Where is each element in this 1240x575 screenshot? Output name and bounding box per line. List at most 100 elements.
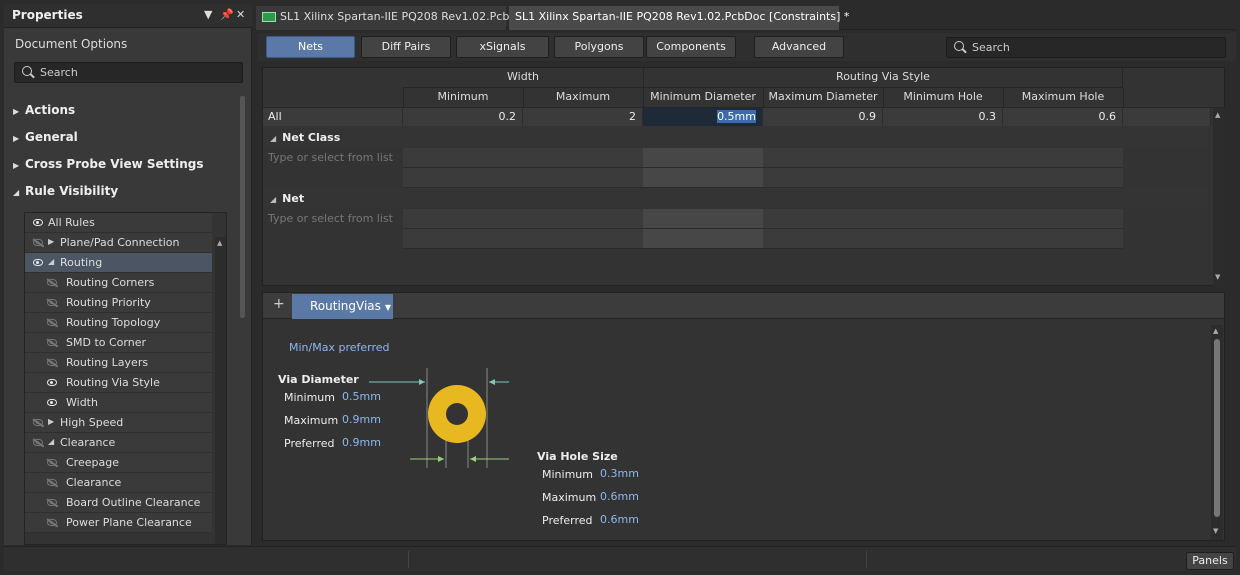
rule-tree-item[interactable]: Creepage — [25, 453, 212, 473]
section-rule-visibility[interactable]: ◢ Rule Visibility — [13, 184, 118, 198]
grid-scrollbar[interactable]: ▲ ▼ — [1213, 108, 1225, 286]
chevron-right-icon[interactable]: ▶ — [48, 237, 54, 246]
polygons-button[interactable]: Polygons — [554, 36, 644, 58]
rule-panel-scrollbar[interactable]: ▲ ▼ — [1211, 325, 1223, 540]
net-class-placeholder[interactable]: Type or select from list — [268, 151, 393, 164]
scroll-thumb[interactable] — [1214, 339, 1220, 517]
scroll-down-icon[interactable]: ▼ — [1213, 527, 1218, 535]
properties-scrollbar[interactable] — [240, 96, 245, 318]
cell-maximum-diameter[interactable]: 0.9 — [763, 108, 883, 126]
rule-tree-item[interactable]: Width — [25, 393, 212, 413]
xsignals-button[interactable]: xSignals — [456, 36, 549, 58]
eye-off-icon[interactable] — [47, 479, 57, 486]
net-section[interactable]: ◢ Net — [270, 192, 304, 205]
column-header-minimum-diameter[interactable]: Minimum Diameter — [643, 90, 763, 103]
scroll-down-icon[interactable]: ▼ — [1215, 273, 1220, 281]
advanced-button[interactable]: Advanced — [754, 36, 844, 58]
cell-width-minimum[interactable]: 0.2 — [403, 108, 523, 126]
eye-icon[interactable] — [47, 399, 57, 406]
eye-off-icon[interactable] — [47, 299, 57, 306]
rule-tree-item[interactable]: ▶ Plane/Pad Connection — [25, 233, 212, 253]
eye-off-icon[interactable] — [33, 439, 43, 446]
rule-tree-item[interactable]: Power Plane Clearance — [25, 513, 212, 533]
eye-off-icon[interactable] — [47, 359, 57, 366]
panels-button[interactable]: Panels — [1186, 552, 1234, 570]
eye-icon[interactable] — [33, 259, 43, 266]
via-hole-pref-label: Preferred — [542, 514, 593, 527]
via-hole-min-value[interactable]: 0.3mm — [600, 467, 639, 480]
rule-tree-item[interactable]: ◢ Clearance — [25, 433, 212, 453]
rule-tree-item[interactable]: Routing Layers — [25, 353, 212, 373]
section-actions[interactable]: ▶ Actions — [13, 103, 75, 117]
eye-icon[interactable] — [47, 379, 57, 386]
add-rule-icon[interactable]: + — [273, 296, 285, 312]
chevron-down-icon[interactable]: ◢ — [48, 257, 54, 266]
via-style-mode[interactable]: Min/Max preferred — [289, 341, 390, 354]
via-hole-max-value[interactable]: 0.6mm — [600, 490, 639, 503]
eye-off-icon[interactable] — [47, 279, 57, 286]
eye-icon[interactable] — [33, 219, 43, 226]
cell-width-maximum[interactable]: 2 — [523, 108, 643, 126]
chevron-down-icon[interactable]: ◢ — [48, 437, 54, 446]
rule-tree-item[interactable]: SMD to Corner — [25, 333, 212, 353]
rule-tree-item[interactable]: All Rules — [25, 213, 212, 233]
rule-tree-item-label: Routing Priority — [66, 296, 151, 309]
via-diameter-min-label: Minimum — [284, 391, 335, 404]
eye-off-icon[interactable] — [47, 339, 57, 346]
rule-tree-item[interactable]: ▶ High Speed — [25, 413, 212, 433]
tree-scrollbar[interactable]: ▲ — [215, 237, 226, 544]
scroll-up-icon[interactable]: ▲ — [217, 239, 222, 247]
cell-minimum-diameter[interactable]: 0.5mm — [643, 108, 763, 126]
search-placeholder: Search — [40, 66, 78, 79]
rule-tree-item-label: Clearance — [66, 476, 122, 489]
tab-routingvias[interactable]: RoutingVias ▼ — [292, 294, 393, 319]
eye-off-icon[interactable] — [33, 239, 43, 246]
via-hole-pref-value[interactable]: 0.6mm — [600, 513, 639, 526]
rule-tree-item[interactable]: Clearance — [25, 473, 212, 493]
chevron-right-icon[interactable]: ▶ — [48, 417, 54, 426]
column-header-maximum-diameter[interactable]: Maximum Diameter — [763, 90, 883, 103]
via-diagram — [369, 368, 509, 468]
scroll-up-icon[interactable]: ▲ — [1213, 327, 1218, 335]
rule-tree-item[interactable]: Board Outline Clearance — [25, 493, 212, 513]
tab-pcbdoc[interactable]: SL1 Xilinx Spartan-IIE PQ208 Rev1.02.Pcb… — [256, 6, 531, 30]
section-general[interactable]: ▶ General — [13, 130, 78, 144]
column-header-maximum-hole[interactable]: Maximum Hole — [1003, 90, 1123, 103]
rule-tree-item[interactable]: Routing Via Style — [25, 373, 212, 393]
net-placeholder[interactable]: Type or select from list — [268, 212, 393, 225]
net-class-section[interactable]: ◢ Net Class — [270, 131, 340, 144]
rule-tree-item-label: SMD to Corner — [66, 336, 146, 349]
chevron-right-icon: ▶ — [13, 161, 20, 170]
cell-maximum-hole[interactable]: 0.6 — [1003, 108, 1123, 126]
eye-off-icon[interactable] — [47, 319, 57, 326]
rule-tree-item-label: Plane/Pad Connection — [60, 236, 180, 249]
eye-off-icon[interactable] — [47, 459, 57, 466]
rule-tree-item-label: Routing Layers — [66, 356, 149, 369]
section-cross-probe[interactable]: ▶ Cross Probe View Settings — [13, 157, 204, 171]
nets-button[interactable]: Nets — [266, 36, 355, 58]
eye-off-icon[interactable] — [33, 419, 43, 426]
constraints-search-input[interactable]: Search — [946, 37, 1226, 58]
diff-pairs-button[interactable]: Diff Pairs — [361, 36, 451, 58]
pin-icon[interactable]: 📌 — [220, 8, 234, 21]
dropdown-icon[interactable]: ▼ — [204, 8, 212, 21]
rule-tree-item[interactable]: Routing Topology — [25, 313, 212, 333]
rule-tree-item[interactable]: Routing Priority — [25, 293, 212, 313]
tab-constraints[interactable]: SL1 Xilinx Spartan-IIE PQ208 Rev1.02.Pcb… — [509, 6, 849, 30]
column-header-maximum[interactable]: Maximum — [523, 90, 643, 103]
document-options-label: Document Options — [15, 37, 128, 51]
column-header-minimum[interactable]: Minimum — [403, 90, 523, 103]
eye-off-icon[interactable] — [47, 519, 57, 526]
close-icon[interactable]: ✕ — [236, 8, 245, 21]
scroll-up-icon[interactable]: ▲ — [1215, 111, 1220, 119]
chevron-down-icon: ▼ — [384, 303, 392, 312]
column-header-minimum-hole[interactable]: Minimum Hole — [883, 90, 1003, 103]
row-all-label[interactable]: All — [263, 108, 403, 126]
cell-minimum-hole[interactable]: 0.3 — [883, 108, 1003, 126]
components-button[interactable]: Components — [646, 36, 736, 58]
rule-tree-item[interactable]: ◢ Routing — [25, 253, 212, 273]
eye-off-icon[interactable] — [47, 499, 57, 506]
rule-tree-item[interactable]: Routing Corners — [25, 273, 212, 293]
properties-search-input[interactable]: Search — [14, 62, 243, 83]
via-hole-min-label: Minimum — [542, 468, 593, 481]
